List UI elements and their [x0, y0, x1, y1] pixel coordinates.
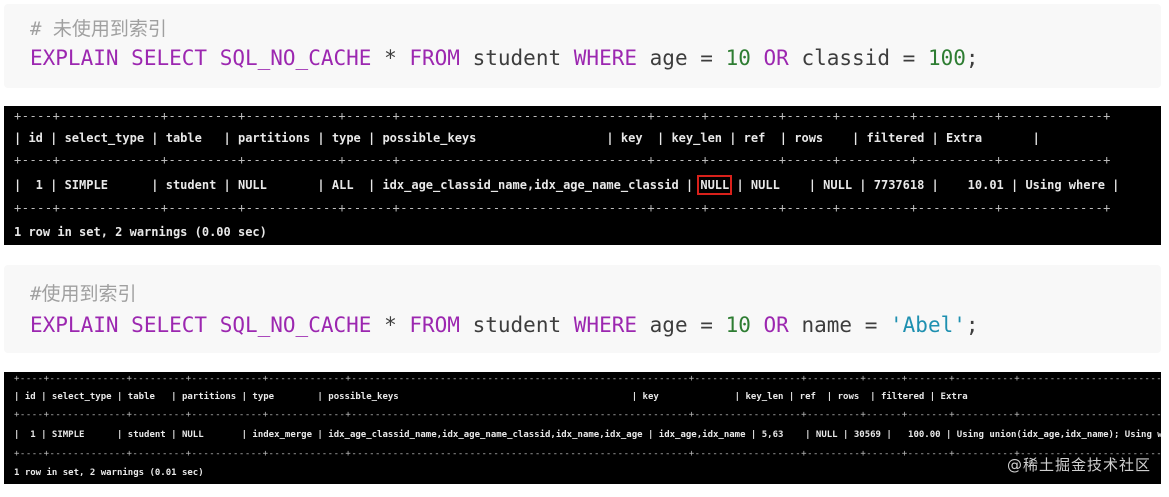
sql-table: student — [472, 313, 562, 337]
kw-select: SELECT — [131, 46, 208, 70]
sql-op: = — [902, 46, 916, 70]
sql-table: student — [472, 46, 562, 70]
table-row: | 1 | SIMPLE | student | NULL | index_me… — [14, 430, 1161, 440]
sql-col: classid — [801, 46, 890, 70]
sql-col: age — [649, 313, 688, 337]
kw-where: WHERE — [573, 46, 637, 70]
sql-number: 10 — [725, 313, 751, 337]
sql-semicolon: ; — [965, 313, 979, 337]
sql-string: 'Abel' — [890, 313, 966, 337]
sql-col: name — [801, 313, 853, 337]
sql-star: * — [384, 313, 397, 337]
watermark: @稀土掘金技术社区 — [1006, 456, 1151, 474]
code-comment: #使用到索引 — [30, 283, 137, 305]
table-border: +----+-------------+---------+----------… — [14, 109, 1111, 123]
sql-col: age — [649, 46, 688, 70]
sql-statement: EXPLAIN SELECT SQL_NO_CACHE * FROM stude… — [30, 313, 979, 337]
kw-or: OR — [763, 46, 789, 70]
sql-number: 100 — [927, 46, 966, 70]
kw-explain: EXPLAIN — [30, 313, 119, 337]
sql-op: = — [864, 313, 878, 337]
kw-from: FROM — [409, 46, 460, 70]
sql-op: = — [700, 46, 713, 70]
result-footer: 1 row in set, 2 warnings (0.01 sec) — [14, 468, 204, 478]
kw-nocache: SQL_NO_CACHE — [219, 313, 372, 337]
kw-or: OR — [763, 313, 789, 337]
code-comment: # 未使用到索引 — [30, 18, 167, 40]
sql-statement: EXPLAIN SELECT SQL_NO_CACHE * FROM stude… — [30, 46, 979, 70]
kw-where: WHERE — [573, 313, 637, 337]
kw-explain: EXPLAIN — [30, 46, 119, 70]
kw-select: SELECT — [131, 313, 208, 337]
sql-number: 10 — [725, 46, 751, 70]
highlighted-key-cell: NULL — [697, 175, 733, 195]
table-border: +----+-------------+---------+----------… — [14, 410, 1161, 420]
table-border: +----+-------------+---------+----------… — [14, 201, 1111, 215]
sql-semicolon: ; — [965, 46, 979, 70]
table-border: +----+-------------+---------+----------… — [14, 153, 1111, 167]
kw-nocache: SQL_NO_CACHE — [219, 46, 372, 70]
result-footer: 1 row in set, 2 warnings (0.00 sec) — [14, 225, 267, 239]
code-block-2: #使用到索引 EXPLAIN SELECT SQL_NO_CACHE * FRO… — [4, 265, 1161, 353]
terminal-output-1: +----+-------------+---------+----------… — [4, 106, 1161, 245]
code-block-1: # 未使用到索引 EXPLAIN SELECT SQL_NO_CACHE * F… — [4, 4, 1161, 88]
sql-op: = — [700, 313, 713, 337]
row-cells: | NULL | NULL | 7737618 | 10.01 | Using … — [729, 178, 1120, 192]
table-border: +----+-------------+---------+----------… — [14, 449, 1161, 459]
row-cells: | 1 | SIMPLE | student | NULL | ALL | id… — [14, 178, 701, 192]
sql-star: * — [384, 46, 397, 70]
table-border: +----+-------------+---------+----------… — [14, 374, 1161, 384]
kw-from: FROM — [409, 313, 460, 337]
table-header-row: | id | select_type | table | partitions … — [14, 392, 1161, 402]
table-header-row: | id | select_type | table | partitions … — [14, 131, 1040, 145]
table-row: | 1 | SIMPLE | student | NULL | ALL | id… — [14, 175, 1120, 195]
terminal-output-2: +----+-------------+---------+----------… — [4, 372, 1161, 484]
